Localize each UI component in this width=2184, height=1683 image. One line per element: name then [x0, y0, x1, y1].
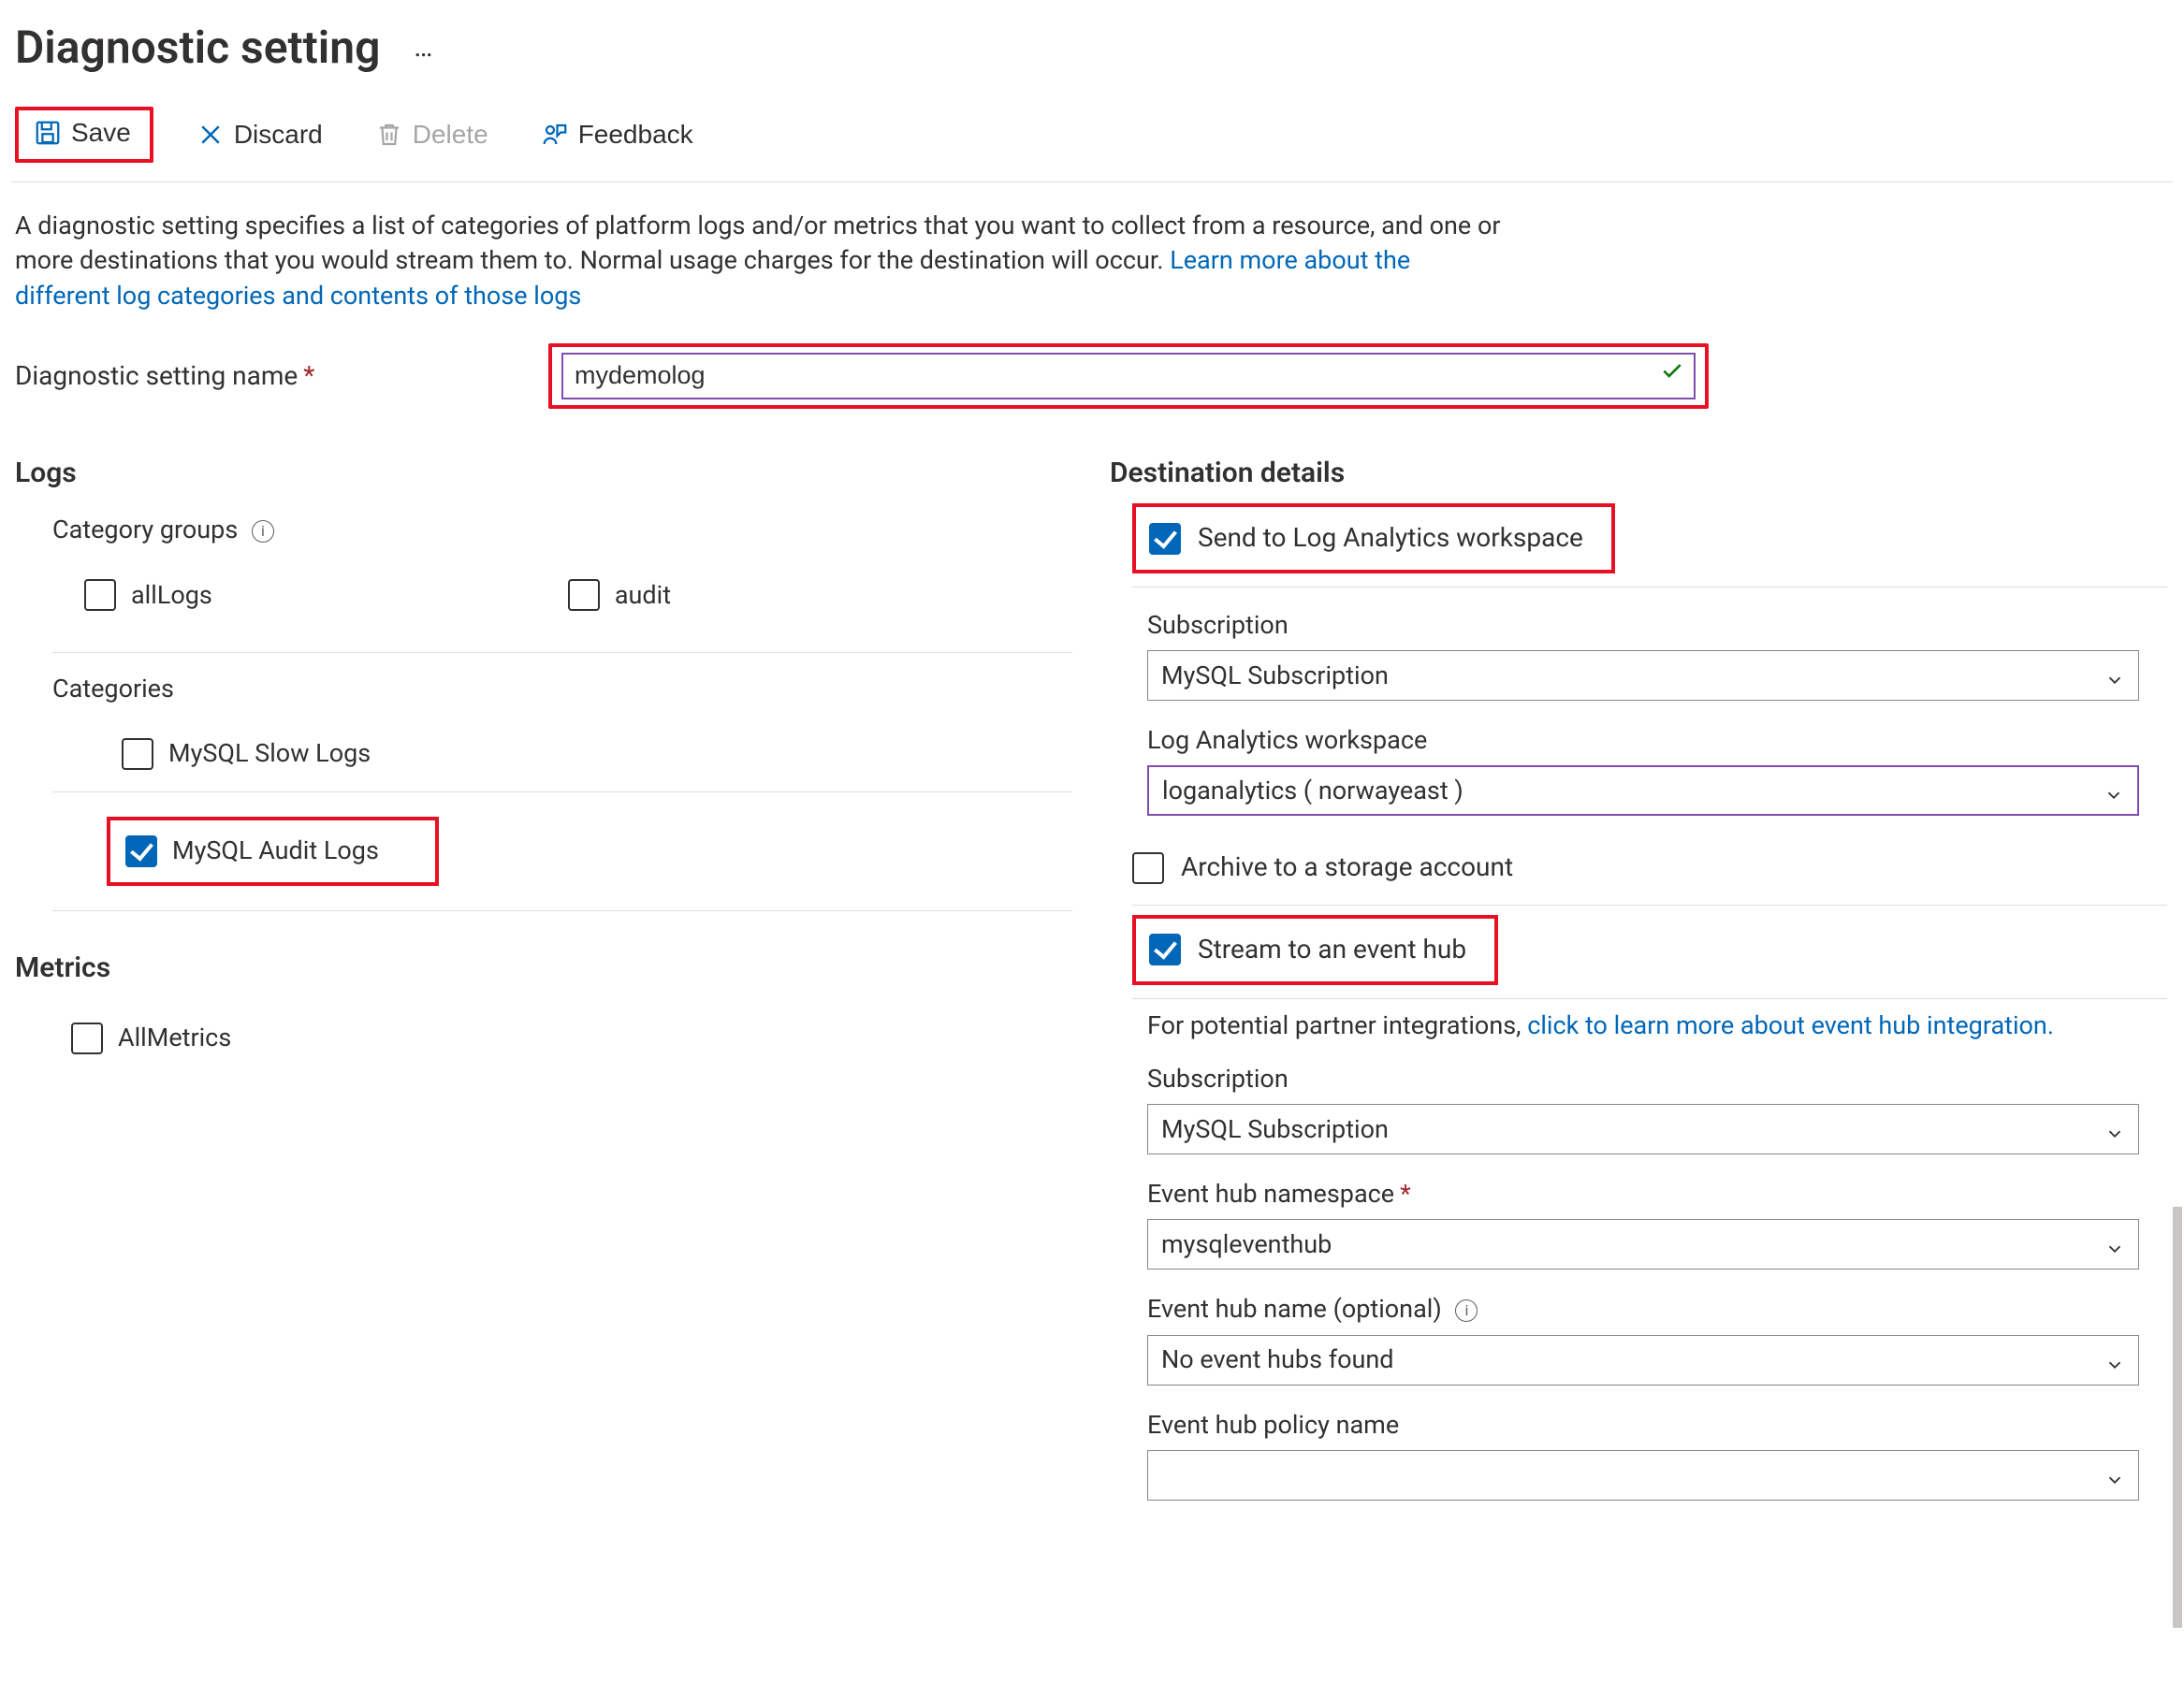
- intro-text: A diagnostic setting specifies a list of…: [11, 209, 1508, 313]
- discard-button[interactable]: Discard: [187, 114, 332, 155]
- highlight-send-law: Send to Log Analytics workspace: [1132, 503, 1615, 573]
- highlight-stream-eventhub: Stream to an event hub: [1132, 915, 1498, 985]
- eh-name-label-text: Event hub name (optional): [1147, 1294, 1442, 1324]
- stream-eventhub-checkbox[interactable]: [1149, 934, 1181, 965]
- slow-logs-label: MySQL Slow Logs: [168, 736, 371, 771]
- divider: [1132, 905, 2167, 906]
- name-label-text: Diagnostic setting name: [15, 360, 298, 391]
- required-asterisk: *: [1400, 1179, 1411, 1209]
- allmetrics-label: AllMetrics: [118, 1021, 231, 1055]
- slow-logs-option[interactable]: MySQL Slow Logs: [52, 716, 1072, 791]
- destination-details-heading: Destination details: [1110, 454, 2167, 492]
- divider: [11, 181, 2173, 182]
- eh-namespace-select[interactable]: mysqleventhub: [1147, 1219, 2139, 1270]
- required-asterisk: *: [303, 360, 314, 391]
- scrollbar[interactable]: [2173, 1207, 2182, 1628]
- divider: [52, 910, 1072, 911]
- trash-icon: [375, 121, 403, 149]
- save-icon: [34, 119, 62, 147]
- eh-subscription-select[interactable]: MySQL Subscription: [1147, 1104, 2139, 1154]
- feedback-button[interactable]: Feedback: [531, 114, 703, 155]
- highlight-save: Save: [15, 107, 153, 163]
- stream-eventhub-label: Stream to an event hub: [1198, 932, 1466, 968]
- law-value: loganalytics ( norwayeast ): [1162, 774, 1463, 808]
- diagnostic-setting-name-input[interactable]: [561, 353, 1696, 399]
- highlight-name-input: [548, 343, 1709, 409]
- categories-label: Categories: [52, 672, 1072, 716]
- eh-policy-select[interactable]: [1147, 1450, 2139, 1501]
- allmetrics-checkbox[interactable]: [71, 1023, 103, 1054]
- subscription-value: MySQL Subscription: [1161, 659, 1389, 693]
- valid-check-icon: [1660, 358, 1684, 393]
- discard-button-label: Discard: [234, 120, 323, 150]
- close-icon: [197, 121, 225, 149]
- page-title: Diagnostic setting: [15, 17, 380, 79]
- eh-name-select[interactable]: No event hubs found: [1147, 1335, 2139, 1386]
- save-button[interactable]: Save: [24, 112, 140, 153]
- chevron-down-icon: [2104, 1234, 2125, 1255]
- subscription-label: Subscription: [1147, 608, 2167, 643]
- eh-subscription-label: Subscription: [1147, 1062, 2167, 1096]
- eh-policy-label: Event hub policy name: [1147, 1408, 2167, 1443]
- eh-namespace-label: Event hub namespace*: [1147, 1177, 2167, 1211]
- alllogs-label: allLogs: [131, 578, 212, 613]
- eh-namespace-value: mysqleventhub: [1161, 1227, 1332, 1262]
- archive-storage-checkbox[interactable]: [1132, 852, 1164, 884]
- eh-namespace-label-text: Event hub namespace: [1147, 1179, 1394, 1209]
- alllogs-option[interactable]: allLogs: [84, 565, 212, 626]
- audit-logs-label: MySQL Audit Logs: [172, 834, 379, 868]
- info-icon[interactable]: i: [1455, 1299, 1478, 1322]
- diagnostic-setting-name-label: Diagnostic setting name*: [15, 358, 548, 395]
- audit-option[interactable]: audit: [568, 565, 671, 626]
- chevron-down-icon: [2104, 1350, 2125, 1371]
- chevron-down-icon: [2104, 1119, 2125, 1139]
- alllogs-checkbox[interactable]: [84, 579, 116, 611]
- archive-storage-label: Archive to a storage account: [1181, 849, 1513, 886]
- save-button-label: Save: [71, 118, 131, 148]
- delete-button-label: Delete: [413, 120, 488, 150]
- highlight-audit-logs: MySQL Audit Logs: [107, 817, 439, 885]
- category-groups-label: Category groups i: [52, 513, 1072, 547]
- chevron-down-icon: [2104, 665, 2125, 686]
- eh-name-value: No event hubs found: [1161, 1342, 1394, 1377]
- eh-name-label: Event hub name (optional) i: [1147, 1292, 2167, 1327]
- divider: [1132, 587, 2167, 588]
- command-bar: Save Discard Delete Feedback: [11, 79, 2173, 181]
- feedback-icon: [541, 121, 569, 149]
- allmetrics-option[interactable]: AllMetrics: [15, 998, 1072, 1068]
- send-law-checkbox[interactable]: [1149, 523, 1181, 555]
- delete-button: Delete: [366, 114, 498, 155]
- audit-label: audit: [615, 578, 671, 613]
- law-label: Log Analytics workspace: [1147, 723, 2167, 758]
- audit-checkbox[interactable]: [568, 579, 600, 611]
- info-icon[interactable]: i: [252, 520, 274, 543]
- audit-logs-option[interactable]: MySQL Audit Logs: [125, 828, 379, 874]
- slow-logs-checkbox[interactable]: [122, 738, 153, 770]
- eh-subscription-value: MySQL Subscription: [1161, 1112, 1389, 1147]
- partner-integrations-text: For potential partner integrations,: [1147, 1010, 1527, 1040]
- subscription-select[interactable]: MySQL Subscription: [1147, 650, 2139, 701]
- audit-logs-checkbox[interactable]: [125, 835, 157, 867]
- chevron-down-icon: [2104, 1465, 2125, 1486]
- more-menu-button[interactable]: …: [414, 28, 435, 66]
- law-select[interactable]: loganalytics ( norwayeast ): [1147, 765, 2139, 816]
- chevron-down-icon: [2104, 780, 2124, 801]
- eventhub-learn-more-link[interactable]: click to learn more about event hub inte…: [1527, 1010, 2054, 1040]
- metrics-heading: Metrics: [15, 949, 1072, 987]
- category-groups-label-text: Category groups: [52, 515, 238, 544]
- send-law-label: Send to Log Analytics workspace: [1198, 520, 1583, 557]
- feedback-button-label: Feedback: [578, 120, 693, 150]
- logs-heading: Logs: [15, 454, 1072, 492]
